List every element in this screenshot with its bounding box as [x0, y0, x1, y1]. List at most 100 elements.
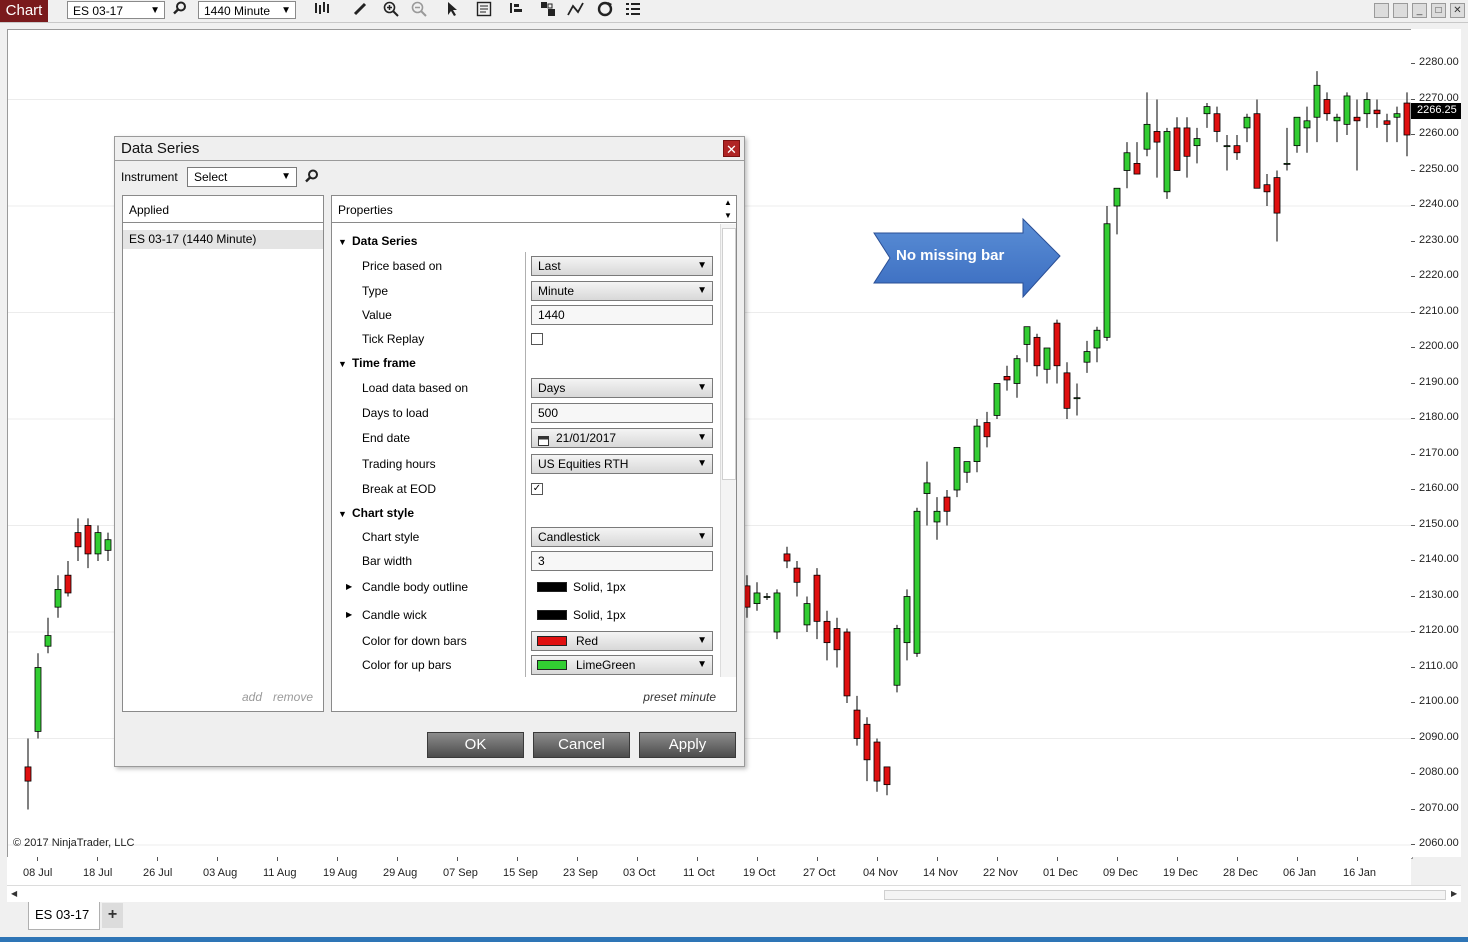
strategies-icon[interactable] — [538, 1, 558, 20]
interval-selector[interactable]: 1440 Minute ▼ — [198, 1, 296, 19]
section-time-frame[interactable]: ▼ Time frame — [338, 356, 416, 370]
color-down-bars-select[interactable]: Red ▼ — [531, 631, 713, 651]
type-select[interactable]: Minute ▼ — [531, 281, 713, 301]
price-tick-mark — [1411, 737, 1415, 739]
down-candle — [823, 620, 831, 644]
color-up-bars-select[interactable]: LimeGreen ▼ — [531, 655, 713, 675]
date-tick-mark — [37, 857, 38, 861]
drawing-tools-icon[interactable] — [566, 1, 586, 20]
chevron-down-icon: ▼ — [281, 5, 291, 16]
chart-menu-button[interactable]: Chart — [0, 0, 48, 22]
date-tick-mark — [817, 857, 818, 861]
scroll-thumb[interactable] — [884, 890, 1446, 900]
up-candle — [1013, 358, 1021, 384]
remove-link[interactable]: remove — [273, 690, 313, 704]
minimize-icon[interactable]: _ — [1412, 3, 1427, 18]
down-candle — [1253, 113, 1261, 189]
preset-link[interactable]: preset minute — [643, 690, 716, 704]
expand-icon[interactable]: ▶ — [346, 610, 352, 619]
ok-button[interactable]: OK — [427, 732, 524, 758]
add-tab-button[interactable]: + — [102, 903, 123, 928]
zoom-out-icon[interactable] — [409, 1, 429, 20]
price-axis[interactable]: 2280.00 2270.00 2260.00 2250.00 2240.00 2230.… — [1411, 29, 1461, 857]
cancel-button[interactable]: Cancel — [533, 732, 630, 758]
pencil-icon[interactable] — [350, 1, 370, 20]
horizontal-scrollbar[interactable]: ◀ ▶ — [7, 885, 1461, 902]
date-tick-label: 08 Jul — [23, 867, 53, 879]
date-tick-mark — [97, 857, 98, 861]
add-link[interactable]: add — [242, 690, 262, 704]
section-chart-style[interactable]: ▼ Chart style — [338, 506, 414, 520]
close-icon[interactable]: ✕ — [1450, 3, 1465, 18]
date-tick-label: 28 Dec — [1223, 867, 1258, 879]
down-candle — [24, 766, 32, 782]
tab-es-03-17[interactable]: ES 03-17 — [28, 902, 100, 930]
candle-body-outline-swatch[interactable] — [537, 582, 567, 592]
down-candle — [1053, 322, 1061, 367]
price-tick-mark — [1411, 631, 1415, 632]
days-to-load-input[interactable]: 500 — [531, 403, 713, 423]
apply-button[interactable]: Apply — [639, 732, 736, 758]
scroll-right-icon[interactable]: ▶ — [1451, 889, 1457, 898]
down-candle — [1063, 372, 1071, 409]
collapse-icon: ▼ — [338, 509, 347, 519]
end-date-picker[interactable]: 21/01/2017 ▼ — [531, 428, 713, 448]
section-chart-style-label: Chart style — [352, 506, 415, 520]
price-based-on-value: Last — [538, 259, 561, 273]
properties-scrollbar[interactable] — [720, 224, 736, 677]
instrument-select-value: Select — [194, 170, 228, 184]
trading-hours-select[interactable]: US Equities RTH ▼ — [531, 454, 713, 474]
collapse-icon: ▼ — [338, 237, 347, 247]
expand-icon[interactable]: ▶ — [346, 582, 352, 591]
down-candle — [1003, 375, 1011, 381]
price-tick-label: 2190.00 — [1419, 375, 1459, 388]
value-input[interactable]: 1440 — [531, 305, 713, 325]
color-down-bars-label: Color for down bars — [362, 634, 467, 648]
price-tick-mark — [1411, 595, 1415, 597]
section-data-series[interactable]: ▼ Data Series — [338, 234, 417, 248]
load-data-based-on-select[interactable]: Days ▼ — [531, 378, 713, 398]
up-candle — [1123, 152, 1131, 171]
search-icon[interactable] — [170, 1, 190, 20]
color-up-bars-label: Color for up bars — [362, 658, 452, 672]
scroll-up-icon[interactable]: ▲ — [724, 198, 732, 207]
refresh-icon[interactable] — [595, 1, 615, 20]
dialog-title: Data Series — [121, 140, 200, 157]
chart-style-select[interactable]: Candlestick ▼ — [531, 527, 713, 547]
date-tick-label: 11 Oct — [683, 867, 715, 879]
date-tick-label: 19 Aug — [323, 867, 358, 879]
applied-list-item[interactable]: ES 03-17 (1440 Minute) — [123, 230, 323, 249]
close-icon[interactable]: ✕ — [723, 140, 740, 157]
indicators-icon[interactable] — [507, 1, 527, 20]
candle-wick-swatch[interactable] — [537, 610, 567, 620]
properties-list-icon[interactable] — [623, 1, 643, 20]
instrument-selector-value: ES 03-17 — [73, 4, 124, 18]
title-divider — [115, 160, 744, 161]
search-icon[interactable] — [305, 169, 319, 186]
pointer-icon[interactable] — [442, 1, 462, 20]
bar-width-input[interactable]: 3 — [531, 551, 713, 571]
tick-replay-checkbox[interactable] — [531, 333, 543, 345]
price-tick-mark — [1411, 524, 1415, 526]
price-tick-mark — [1411, 418, 1415, 419]
properties-divider — [332, 222, 736, 223]
zoom-in-icon[interactable] — [381, 1, 401, 20]
chart-toolbar: Chart ES 03-17 ▼ 1440 Minute ▼ _ □ ✕ — [0, 0, 1468, 23]
bars-icon[interactable] — [312, 1, 332, 20]
break-at-eod-checkbox[interactable]: ✓ — [531, 483, 543, 495]
tile-icon[interactable] — [1374, 3, 1389, 18]
candle-wick-value: Solid, 1px — [573, 608, 626, 622]
up-candle — [1203, 106, 1211, 115]
time-axis[interactable]: 08 Jul 18 Jul 26 Jul 03 Aug 11 Aug 19 Aug 29 A… — [7, 857, 1411, 885]
data-box-icon[interactable] — [474, 1, 494, 20]
scroll-left-icon[interactable]: ◀ — [11, 889, 17, 898]
tick-replay-label: Tick Replay — [362, 332, 425, 346]
price-based-on-select[interactable]: Last ▼ — [531, 256, 713, 276]
maximize-icon[interactable]: □ — [1431, 3, 1446, 18]
properties-scroll-thumb[interactable] — [722, 228, 736, 480]
instrument-selector[interactable]: ES 03-17 ▼ — [67, 1, 165, 19]
price-tick-label: 2260.00 — [1419, 127, 1459, 139]
instrument-select[interactable]: Select ▼ — [187, 167, 297, 187]
tile-icon[interactable] — [1393, 3, 1408, 18]
scroll-down-icon[interactable]: ▼ — [724, 211, 732, 220]
